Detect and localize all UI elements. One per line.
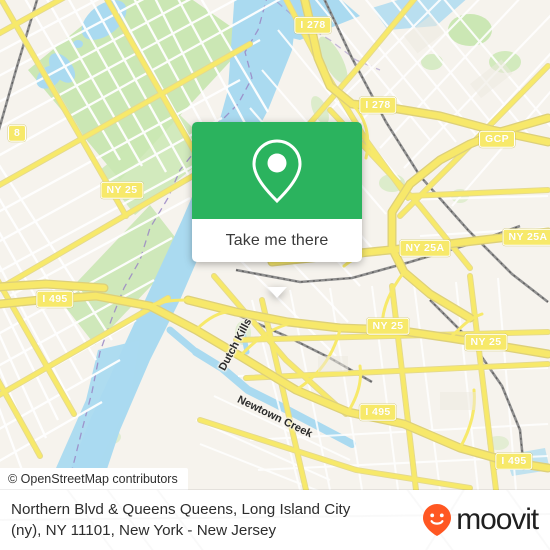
road-shield: 8 — [8, 124, 27, 142]
callout-pointer-tail — [267, 287, 287, 298]
callout-header — [192, 122, 362, 219]
road-shield: I 495 — [36, 290, 74, 308]
road-shield: I 495 — [495, 452, 533, 470]
road-shield: GCP — [479, 130, 515, 148]
map-pin-icon — [252, 138, 302, 203]
moovit-pin-icon — [423, 504, 452, 536]
footer-bar: Northern Blvd & Queens Queens, Long Isla… — [0, 490, 550, 550]
road-shield: I 495 — [359, 403, 397, 421]
map-attribution[interactable]: © OpenStreetMap contributors — [0, 468, 188, 490]
take-me-there-button[interactable]: Take me there — [192, 219, 362, 262]
location-title-line1: Northern Blvd & Queens Queens, Long Isla… — [11, 501, 351, 518]
road-shield: NY 25 — [464, 333, 508, 351]
moovit-brand[interactable]: moovit — [422, 503, 539, 537]
location-title: Northern Blvd & Queens Queens, Long Isla… — [11, 499, 411, 541]
road-shield: NY 25A — [502, 228, 550, 246]
road-shield: I 278 — [294, 16, 332, 34]
attribution-text: © OpenStreetMap contributors — [8, 472, 178, 486]
take-me-there-label: Take me there — [225, 231, 329, 249]
moovit-map-screenshot: 8 I 278 I 278 GCP NY 25 NY 25A NY 25A I 495 NY 2… — [0, 0, 550, 550]
road-shield: NY 25 — [366, 317, 410, 335]
road-shield: NY 25 — [100, 181, 144, 199]
location-callout-card[interactable]: Take me there — [192, 122, 362, 298]
location-title-line2: (ny), NY 11101, New York - New Jersey — [11, 522, 277, 539]
moovit-wordmark: moovit — [456, 503, 539, 536]
road-shield: I 278 — [359, 96, 397, 114]
road-shield: NY 25A — [399, 239, 451, 257]
